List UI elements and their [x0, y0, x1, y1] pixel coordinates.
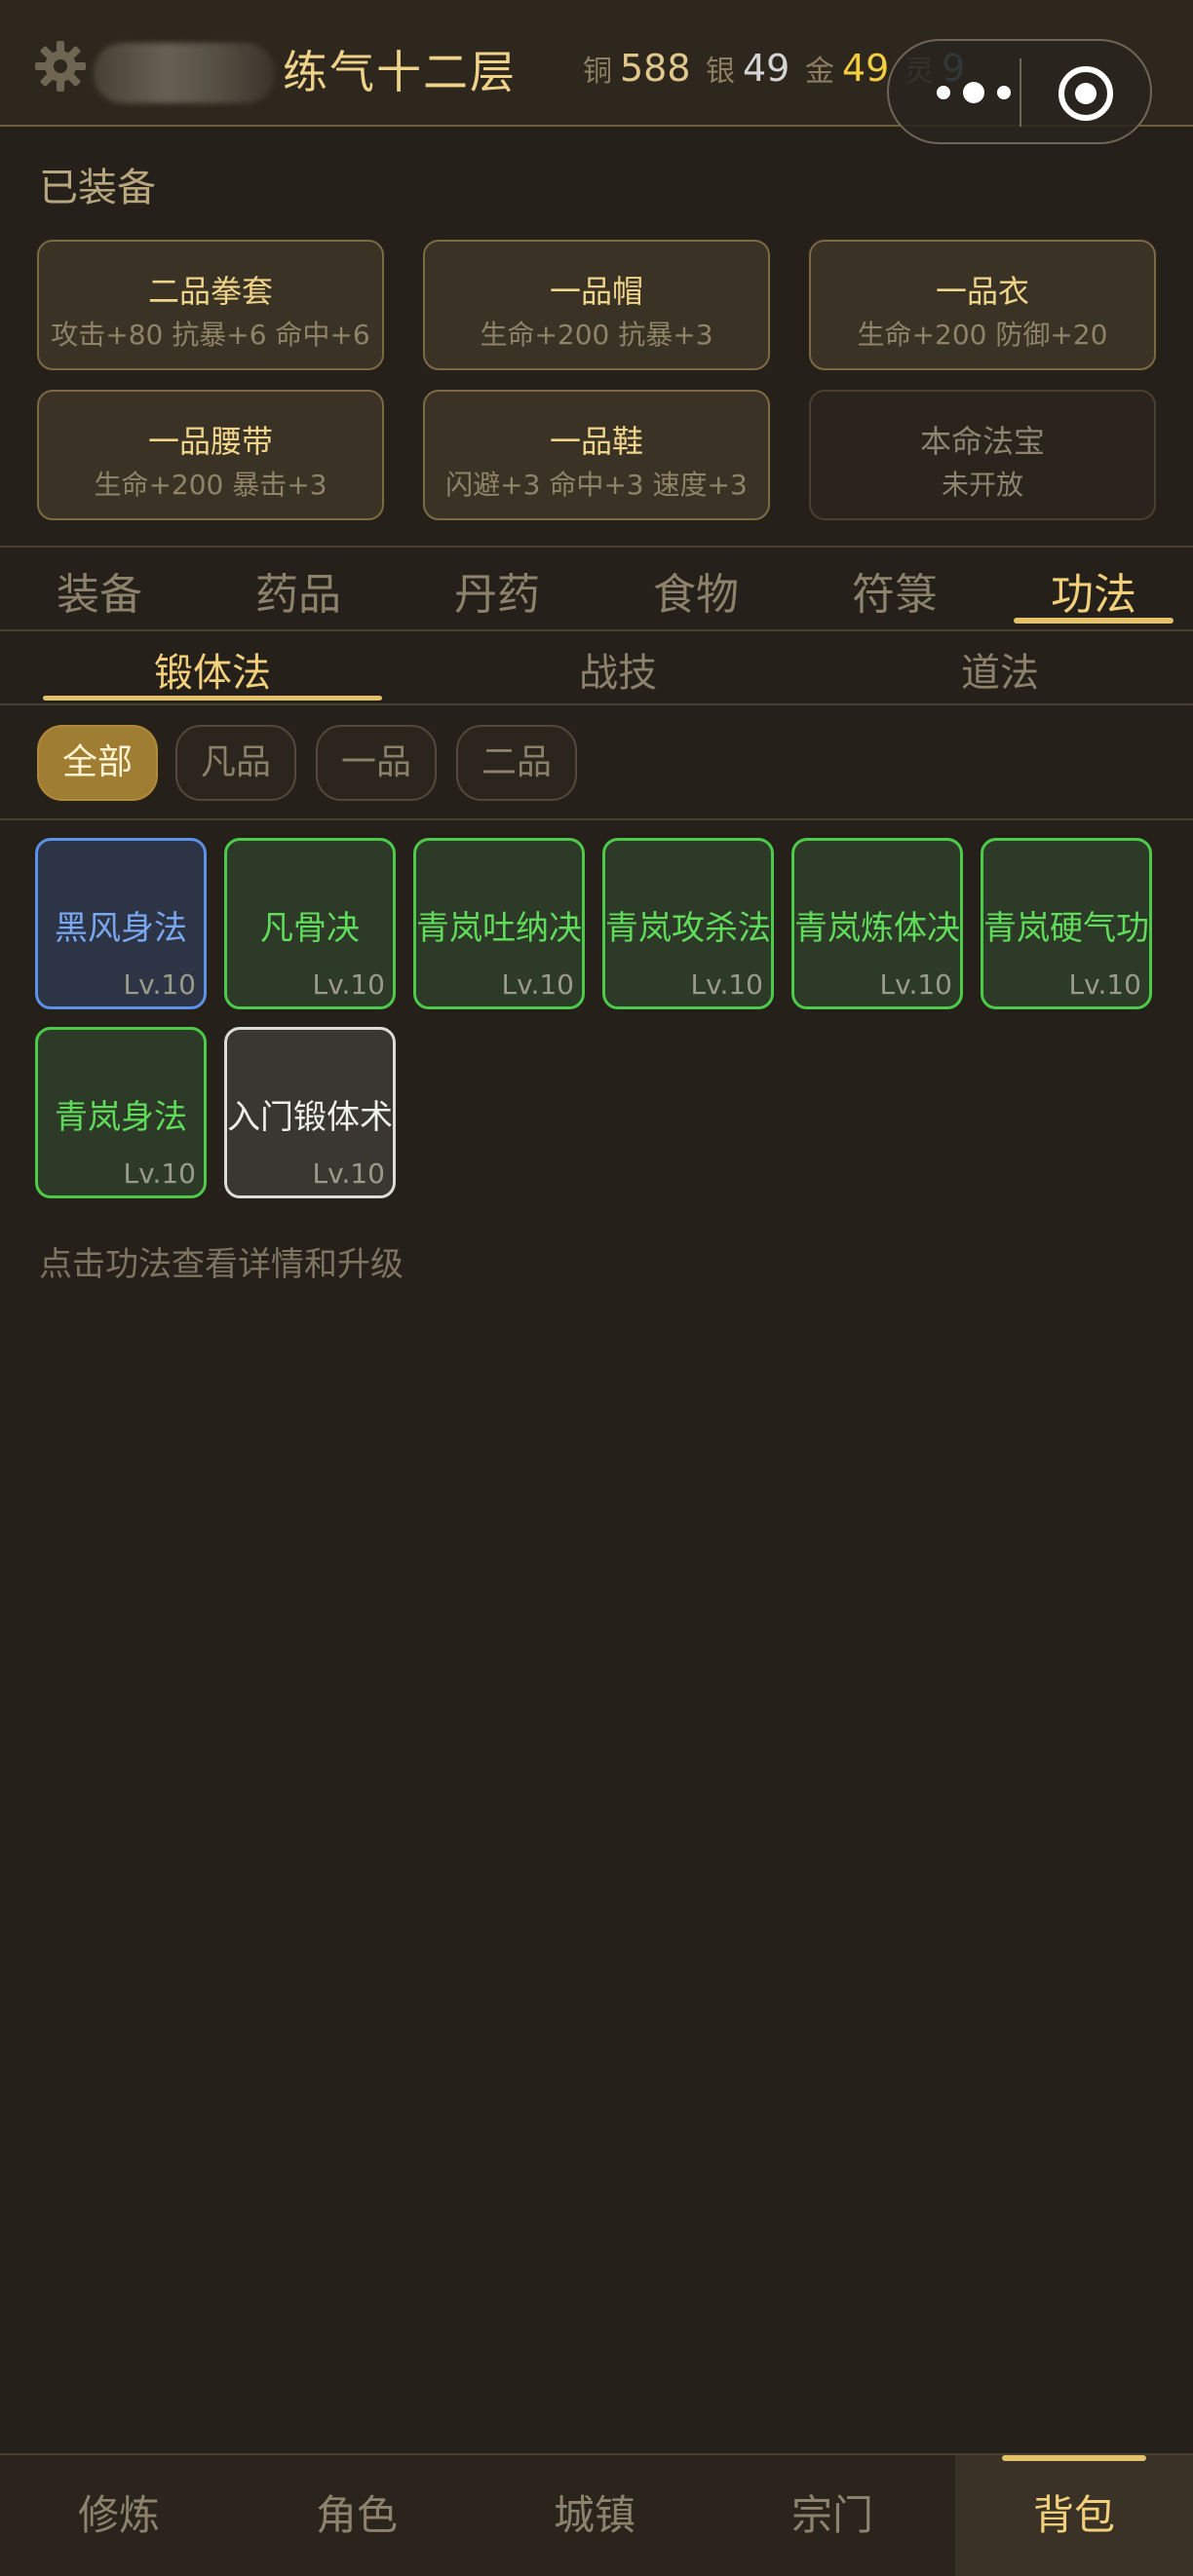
skill-card[interactable]: 青岚身法 Lv.10 — [35, 1027, 207, 1198]
nav-backpack[interactable]: 背包 — [955, 2455, 1193, 2576]
filter-grade-one[interactable]: 一品 — [316, 725, 437, 801]
skill-level: Lv.10 — [312, 1157, 385, 1190]
skill-name: 凡骨决 — [260, 909, 360, 948]
equip-slot-gloves[interactable]: 二品拳套 攻击+80 抗暴+6 命中+6 — [37, 240, 384, 370]
player-name-blurred — [94, 43, 275, 103]
skill-level: Lv.10 — [312, 968, 385, 1001]
currency-value: 588 — [620, 47, 691, 90]
skill-level: Lv.10 — [123, 1157, 196, 1190]
currency-value: 49 — [842, 47, 890, 90]
equip-slot-name: 二品拳套 — [147, 273, 273, 310]
equip-slot-shoes[interactable]: 一品鞋 闪避+3 命中+3 速度+3 — [423, 390, 770, 520]
bottom-nav: 修炼 角色 城镇 宗门 背包 — [0, 2453, 1193, 2576]
skill-card[interactable]: 青岚吐纳决 Lv.10 — [413, 838, 585, 1009]
skill-level: Lv.10 — [1068, 968, 1141, 1001]
divider — [0, 818, 1193, 820]
nav-sect[interactable]: 宗门 — [713, 2455, 951, 2576]
equip-slot-belt[interactable]: 一品腰带 生命+200 暴击+3 — [37, 390, 384, 520]
subtab-combat-skills[interactable]: 战技 — [468, 641, 768, 698]
more-dots-icon[interactable] — [930, 78, 1018, 107]
skill-name: 青岚炼体决 — [794, 909, 960, 948]
equip-slot-stats: 生命+200 防御+20 — [857, 319, 1108, 351]
skill-name: 青岚攻杀法 — [605, 909, 771, 948]
currency-label: 银 — [706, 55, 735, 89]
realm-title: 练气十二层 — [283, 46, 517, 98]
equip-slot-stats: 闪避+3 命中+3 速度+3 — [445, 469, 748, 501]
filter-common[interactable]: 凡品 — [175, 725, 296, 801]
skill-name: 入门锻体术 — [227, 1098, 393, 1137]
skill-name: 青岚身法 — [55, 1098, 187, 1137]
divider — [0, 703, 1193, 705]
skill-level: Lv.10 — [123, 968, 196, 1001]
nav-active-indicator — [1002, 2455, 1146, 2461]
tab-techniques[interactable]: 功法 — [994, 559, 1193, 622]
tab-equipment[interactable]: 装备 — [0, 559, 199, 622]
skill-level: Lv.10 — [501, 968, 574, 1001]
skill-name: 青岚吐纳决 — [416, 909, 582, 948]
currency-value: 49 — [743, 47, 790, 90]
skill-card[interactable]: 青岚硬气功 Lv.10 — [981, 838, 1152, 1009]
equip-slot-stats: 未开放 — [941, 469, 1023, 501]
gear-icon[interactable] — [33, 39, 88, 94]
capsule-divider — [1020, 58, 1021, 127]
subtab-active-underline — [43, 696, 382, 701]
skill-level: Lv.10 — [690, 968, 763, 1001]
divider — [0, 629, 1193, 631]
filter-grade-two[interactable]: 二品 — [456, 725, 577, 801]
skill-card[interactable]: 青岚炼体决 Lv.10 — [791, 838, 963, 1009]
equip-slot-treasure-locked: 本命法宝 未开放 — [809, 390, 1156, 520]
currency-label: 铜 — [583, 55, 612, 89]
equip-slot-clothes[interactable]: 一品衣 生命+200 防御+20 — [809, 240, 1156, 370]
capsule-close-icon[interactable] — [1057, 64, 1115, 123]
skill-level: Lv.10 — [879, 968, 952, 1001]
skill-card[interactable]: 青岚攻杀法 Lv.10 — [602, 838, 774, 1009]
tab-talismans[interactable]: 符箓 — [795, 559, 994, 622]
currency-silver: 银 49 — [706, 47, 789, 90]
equip-slot-stats: 生命+200 抗暴+3 — [480, 319, 713, 351]
currency-gold: 金 49 — [805, 47, 889, 90]
equip-slot-name: 一品鞋 — [549, 423, 643, 460]
tab-pills[interactable]: 丹药 — [398, 559, 596, 622]
nav-character[interactable]: 角色 — [238, 2455, 476, 2576]
equip-slot-name: 本命法宝 — [919, 423, 1045, 460]
currency-label: 金 — [805, 55, 834, 89]
equip-slot-name: 一品腰带 — [147, 423, 273, 460]
hint-text: 点击功法查看详情和升级 — [39, 1245, 404, 1284]
tab-food[interactable]: 食物 — [596, 559, 795, 622]
skill-card[interactable]: 入门锻体术 Lv.10 — [224, 1027, 396, 1198]
skill-name: 黑风身法 — [55, 909, 187, 948]
nav-town[interactable]: 城镇 — [476, 2455, 713, 2576]
skill-name: 青岚硬气功 — [983, 909, 1149, 948]
miniprogram-capsule — [887, 39, 1152, 144]
divider — [0, 546, 1193, 548]
equip-slot-name: 一品帽 — [549, 273, 643, 310]
equip-slot-hat[interactable]: 一品帽 生命+200 抗暴+3 — [423, 240, 770, 370]
equipped-title: 已装备 — [39, 166, 156, 210]
skill-card[interactable]: 黑风身法 Lv.10 — [35, 838, 207, 1009]
subtab-body-refining[interactable]: 锻体法 — [43, 641, 382, 698]
currency-copper: 铜 588 — [583, 47, 691, 90]
subtab-dao-arts[interactable]: 道法 — [848, 641, 1152, 698]
skill-card[interactable]: 凡骨决 Lv.10 — [224, 838, 396, 1009]
equip-slot-stats: 生命+200 暴击+3 — [94, 469, 327, 501]
equip-slot-stats: 攻击+80 抗暴+6 命中+6 — [51, 319, 370, 351]
filter-all[interactable]: 全部 — [37, 725, 158, 801]
tab-active-underline — [1014, 618, 1174, 624]
tab-medicine[interactable]: 药品 — [199, 559, 398, 622]
equip-slot-name: 一品衣 — [935, 273, 1029, 310]
nav-cultivate[interactable]: 修炼 — [0, 2455, 238, 2576]
